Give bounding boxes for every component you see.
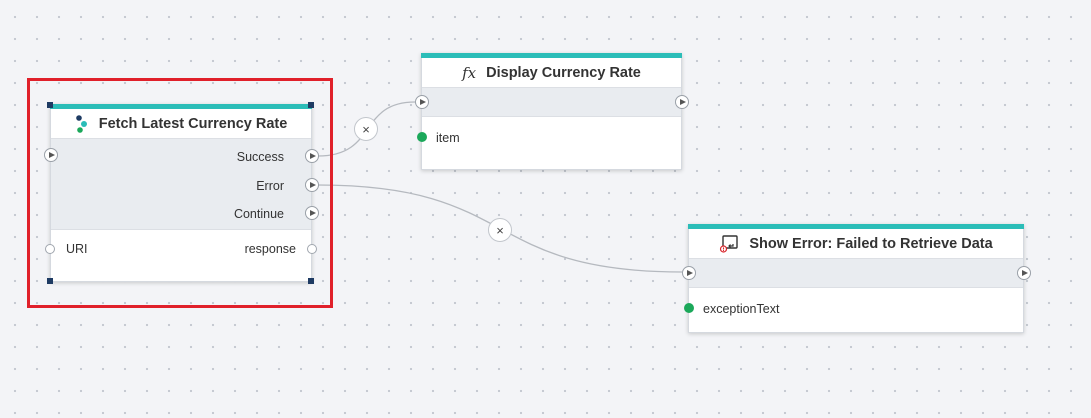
show-error-exec-output-port[interactable] <box>1017 266 1031 280</box>
output-response-label: response <box>244 242 296 256</box>
exception-text-input-port[interactable] <box>684 303 694 313</box>
display-exec-output-port[interactable] <box>675 95 689 109</box>
show-error-node[interactable]: Show Error: Failed to Retrieve Data exce… <box>688 224 1024 333</box>
display-exec-input-port[interactable] <box>415 95 429 109</box>
node-title: Show Error: Failed to Retrieve Data <box>749 235 993 252</box>
node-title: Display Currency Rate <box>486 64 641 81</box>
node-header[interactable]: Fetch Latest Currency Rate <box>51 109 311 139</box>
node-flow-section <box>422 88 681 117</box>
response-output-port[interactable] <box>307 244 317 254</box>
remove-connection-button[interactable]: × <box>354 117 378 141</box>
output-continue-label: Continue <box>233 207 284 221</box>
fetch-latest-currency-rate-node[interactable]: Fetch Latest Currency Rate Success Error… <box>50 104 312 282</box>
http-request-icon <box>75 114 89 134</box>
resize-handle-top-left[interactable] <box>47 102 53 108</box>
node-header[interactable]: fx Display Currency Rate <box>422 58 681 88</box>
error-output-port[interactable] <box>305 178 319 192</box>
input-uri-label: URI <box>66 242 88 256</box>
remove-connection-button[interactable]: × <box>488 218 512 242</box>
resize-handle-bottom-right[interactable] <box>308 278 314 284</box>
error-dialog-icon <box>719 234 739 253</box>
resize-handle-bottom-left[interactable] <box>47 278 53 284</box>
function-icon: fx <box>462 63 477 82</box>
resize-handle-top-right[interactable] <box>308 102 314 108</box>
fetch-exec-input-port[interactable] <box>44 148 58 162</box>
input-item-label: item <box>436 131 460 145</box>
output-success-label: Success <box>236 150 284 164</box>
node-title: Fetch Latest Currency Rate <box>98 115 288 132</box>
display-currency-rate-node[interactable]: fx Display Currency Rate item <box>421 53 682 170</box>
item-input-port[interactable] <box>417 132 427 142</box>
node-header[interactable]: Show Error: Failed to Retrieve Data <box>689 229 1023 259</box>
node-flow-section <box>689 259 1023 288</box>
uri-input-port[interactable] <box>45 244 55 254</box>
output-error-label: Error <box>256 179 284 193</box>
success-output-port[interactable] <box>305 149 319 163</box>
input-exception-text-label: exceptionText <box>703 302 780 316</box>
show-error-exec-input-port[interactable] <box>682 266 696 280</box>
continue-output-port[interactable] <box>305 206 319 220</box>
